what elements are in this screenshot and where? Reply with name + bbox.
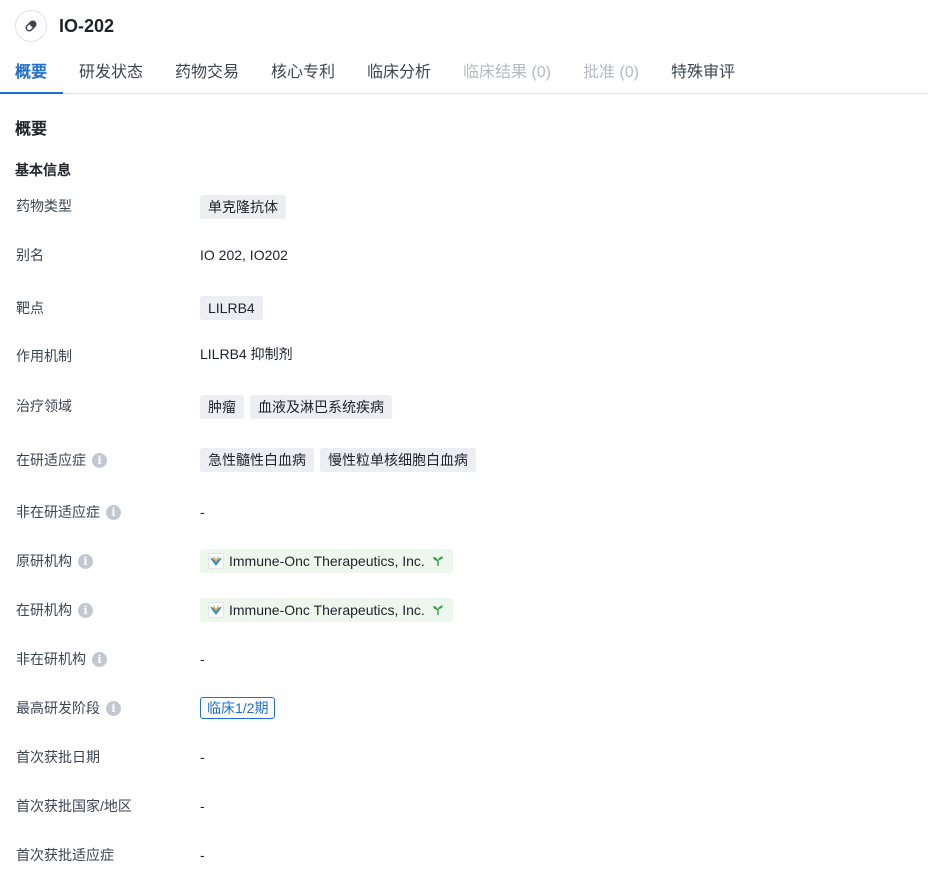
drug-type-tag[interactable]: 单克隆抗体 — [200, 195, 286, 219]
tab-core-patents[interactable]: 核心专利 — [271, 52, 335, 94]
sprout-icon — [431, 555, 445, 567]
company-logo-icon — [208, 602, 224, 618]
first-approval-date-label: 首次获批日期 — [16, 749, 100, 765]
phase-badge[interactable]: 临床1/2期 — [200, 697, 276, 719]
tab-special-review[interactable]: 特殊审评 — [671, 52, 735, 94]
originator-label: 原研机构 i — [16, 551, 93, 571]
tab-clinical-results: 临床结果 (0) — [463, 64, 552, 81]
alias-label: 别名 — [16, 247, 44, 263]
alias-value: IO 202, IO202 — [200, 247, 288, 263]
info-icon[interactable]: i — [92, 452, 107, 468]
tab-rd-status[interactable]: 研发状态 — [79, 52, 143, 94]
pill-icon — [15, 10, 47, 42]
info-icon[interactable]: i — [106, 504, 121, 520]
target-tag[interactable]: LILRB4 — [200, 296, 263, 320]
drug-type-label: 药物类型 — [16, 198, 72, 214]
first-approval-date-value: - — [200, 749, 205, 765]
tab-overview[interactable]: 概要 — [15, 52, 47, 94]
sprout-icon — [431, 604, 445, 616]
section-title: 概要 — [15, 121, 48, 138]
tab-bar: 概要 研发状态 药物交易 核心专利 临床分析 临床结果 (0) 批准 (0) 特… — [0, 52, 928, 94]
tab-clinical-analysis[interactable]: 临床分析 — [367, 52, 431, 94]
active-org-label: 在研机构 i — [16, 600, 93, 620]
info-icon[interactable]: i — [78, 553, 93, 569]
tab-approvals: 批准 (0) — [583, 64, 640, 81]
highest-phase-value: 临床1/2期 — [200, 697, 276, 719]
info-icon[interactable]: i — [78, 602, 93, 618]
first-approval-region-label: 首次获批国家/地区 — [16, 798, 132, 814]
target-value: LILRB4 — [200, 296, 269, 320]
active-indication-label: 在研适应症 i — [16, 450, 107, 470]
indication-tag[interactable]: 急性髓性白血病 — [200, 448, 314, 472]
originator-value: Immune-Onc Therapeutics, Inc. — [200, 549, 453, 573]
therapeutic-area-label: 治疗领域 — [16, 398, 72, 414]
mechanism-label: 作用机制 — [16, 348, 72, 364]
active-indication-value: 急性髓性白血病 慢性粒单核细胞白血病 — [200, 448, 482, 472]
first-approval-indication-value: - — [200, 847, 205, 863]
inactive-org-label: 非在研机构 i — [16, 649, 107, 669]
page-title: IO-202 — [59, 16, 115, 36]
drug-type-value: 单克隆抗体 — [200, 195, 292, 219]
target-label: 靶点 — [16, 300, 44, 316]
active-org-value: Immune-Onc Therapeutics, Inc. — [200, 598, 453, 622]
highest-phase-label: 最高研发阶段 i — [16, 698, 121, 718]
header: IO-202 — [0, 0, 928, 52]
active-tab-indicator — [0, 92, 63, 94]
inactive-indication-label: 非在研适应症 i — [16, 502, 121, 522]
info-icon[interactable]: i — [106, 700, 121, 716]
first-approval-indication-label: 首次获批适应症 — [16, 847, 114, 863]
active-org-chip[interactable]: Immune-Onc Therapeutics, Inc. — [200, 598, 453, 622]
company-logo-icon — [208, 553, 224, 569]
group-title: 基本信息 — [15, 162, 71, 178]
originator-org-chip[interactable]: Immune-Onc Therapeutics, Inc. — [200, 549, 453, 573]
inactive-indication-value: - — [200, 504, 205, 520]
first-approval-region-value: - — [200, 798, 205, 814]
therapeutic-area-tag[interactable]: 血液及淋巴系统疾病 — [250, 395, 392, 419]
therapeutic-area-tag[interactable]: 肿瘤 — [200, 395, 244, 419]
therapeutic-area-value: 肿瘤 血液及淋巴系统疾病 — [200, 395, 398, 419]
inactive-org-value: - — [200, 651, 205, 667]
info-icon[interactable]: i — [92, 651, 107, 667]
indication-tag[interactable]: 慢性粒单核细胞白血病 — [320, 448, 476, 472]
mechanism-value: LILRB4 抑制剂 — [200, 346, 293, 362]
tab-deals[interactable]: 药物交易 — [175, 52, 239, 94]
